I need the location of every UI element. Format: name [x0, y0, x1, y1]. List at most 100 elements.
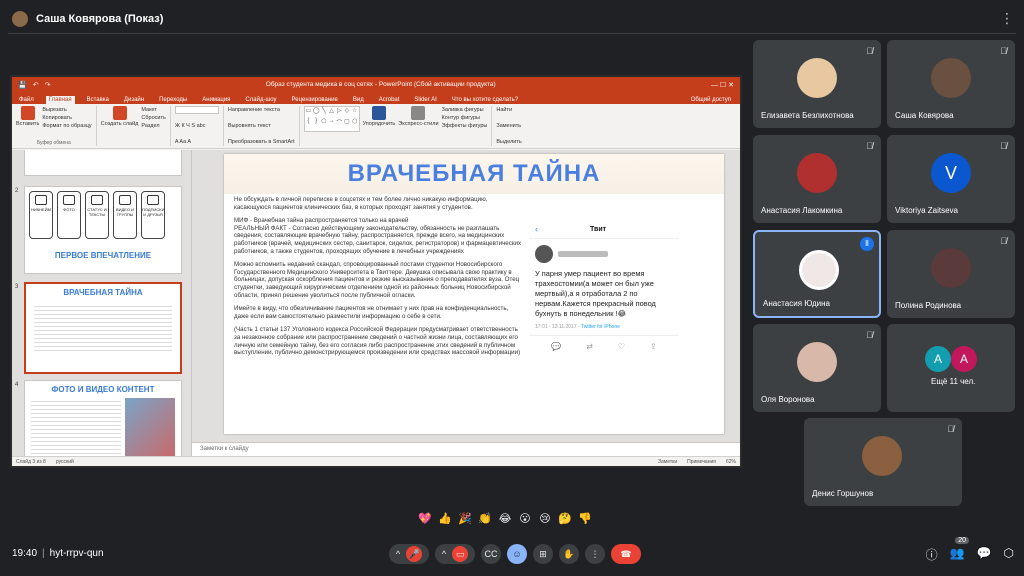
activities-icon[interactable]: ⬡: [1004, 546, 1014, 563]
shape-effects-button[interactable]: Эффекты фигуры: [442, 122, 488, 130]
chevron-up-icon[interactable]: ^: [396, 549, 400, 559]
slide-notes[interactable]: Заметки к слайду: [192, 442, 740, 456]
video-icon: [119, 195, 131, 205]
participant-tile[interactable]: 🎙̸ Оля Воронова: [753, 324, 881, 412]
mic-control[interactable]: ^ 🎤: [389, 544, 429, 564]
captions-button[interactable]: CC: [481, 544, 501, 564]
select-button[interactable]: Выделить: [496, 138, 521, 146]
participant-tile-speaking[interactable]: ⦀ Анастасия Юдина: [753, 230, 881, 318]
more-vert-icon: ⋮: [590, 548, 600, 559]
info-icon[interactable]: ⓘ: [926, 546, 938, 563]
more-options-icon[interactable]: ⋮: [1000, 10, 1014, 27]
arrange-icon: [371, 106, 386, 120]
presenter-avatar: [12, 11, 28, 27]
card-label: ФОТО: [63, 207, 75, 212]
notes-toggle[interactable]: Заметки: [658, 459, 677, 465]
tell-me-search[interactable]: Что вы хотите сделать?: [449, 96, 521, 104]
window-controls-icon[interactable]: — ☐ ✕: [711, 81, 734, 89]
arrange-button[interactable]: Упорядочить: [363, 106, 395, 132]
slide-thumbnail-1[interactable]: [24, 150, 182, 176]
more-participants-tile[interactable]: A A Ещё 11 чел.: [887, 324, 1015, 412]
tab-animation[interactable]: Анимация: [199, 96, 233, 104]
reaction-laugh[interactable]: 😂: [497, 512, 513, 525]
slide-thumbnail-3[interactable]: ВРАЧЕБНАЯ ТАЙНА: [24, 282, 182, 374]
chat-icon[interactable]: 💬: [977, 546, 992, 563]
reaction-thumbs-up[interactable]: 👍: [437, 512, 453, 525]
participant-tile[interactable]: 🎙̸ Саша Ковярова: [887, 40, 1015, 128]
participant-tile[interactable]: 🎙̸ Елизавета Безлихотнова: [753, 40, 881, 128]
participant-tile[interactable]: 🎙̸ Денис Горшунов: [804, 418, 962, 506]
current-slide[interactable]: ВРАЧЕБНАЯ ТАЙНА Не обсуждать в личной пе…: [224, 154, 724, 434]
emoji-button[interactable]: ☺: [507, 544, 527, 564]
font-color-buttons[interactable]: A Aa A: [175, 138, 219, 146]
leave-call-button[interactable]: ☎: [611, 544, 641, 564]
tab-slideshow[interactable]: Слайд-шоу: [242, 96, 279, 104]
presenter-name: Саша Ковярова (Показ): [36, 13, 164, 25]
reaction-thumbs-down[interactable]: 👎: [577, 512, 593, 525]
cut-button[interactable]: Вырезать: [42, 106, 91, 114]
zoom-level[interactable]: 62%: [726, 459, 736, 465]
find-button[interactable]: Найти: [496, 106, 521, 114]
font-format-buttons[interactable]: Ж К Ч S abc: [175, 122, 219, 130]
raise-hand-button[interactable]: ✋: [559, 544, 579, 564]
tab-home[interactable]: Главная: [45, 96, 75, 104]
tab-design[interactable]: Дизайн: [121, 96, 147, 104]
people-icon[interactable]: 👥: [950, 546, 965, 563]
reaction-clap[interactable]: 👏: [477, 512, 493, 525]
slide-thumbnail-2[interactable]: НИКНЕЙМ ФОТО СТАТУС И ТЕКСТЫ ВИДЕО И ГРУ…: [24, 186, 182, 274]
redo-icon[interactable]: ↷: [45, 81, 51, 89]
share-button[interactable]: Общий доступ: [688, 96, 734, 104]
camera-control[interactable]: ^ ▭: [435, 544, 475, 564]
shapes-gallery[interactable]: ▭ ◯ ╲ △ ▷ ◇ ☆{} ⬠ → ⌒ ▢ ⬡: [303, 106, 360, 132]
tab-transitions[interactable]: Переходы: [156, 96, 190, 104]
save-icon[interactable]: 💾: [18, 81, 27, 89]
reaction-heart[interactable]: 💖: [417, 512, 433, 525]
copy-button[interactable]: Копировать: [42, 114, 91, 122]
section-button[interactable]: Раздел: [141, 122, 165, 130]
reaction-party[interactable]: 🎉: [457, 512, 473, 525]
align-text-button[interactable]: Выровнять текст: [228, 122, 295, 130]
participant-tile[interactable]: 🎙̸ Анастасия Лакомкина: [753, 135, 881, 223]
avatar: V: [931, 153, 971, 193]
reaction-sad[interactable]: 😢: [537, 512, 553, 525]
tab-view[interactable]: Вид: [350, 96, 367, 104]
layout-button[interactable]: Макет: [141, 106, 165, 114]
smartart-button[interactable]: Преобразовать в SmartArt: [228, 138, 295, 146]
participant-tile[interactable]: 🎙̸ Полина Родинова: [887, 230, 1015, 318]
format-painter-button[interactable]: Формат по образцу: [42, 122, 91, 130]
shape-outline-button[interactable]: Контур фигуры: [442, 114, 488, 122]
text-direction-button[interactable]: Направление текста: [228, 106, 295, 114]
quick-styles-button[interactable]: Экспресс-стили: [398, 106, 439, 132]
captions-icon: CC: [484, 549, 498, 559]
more-options-button[interactable]: ⋮: [585, 544, 605, 564]
slide-thumbnail-4[interactable]: ФОТО И ВИДЕО КОНТЕНТ: [24, 380, 182, 466]
tweet-source: Twitter for iPhone: [580, 324, 620, 330]
present-button[interactable]: ⊞: [533, 544, 553, 564]
new-slide-button[interactable]: Создать слайд: [101, 106, 138, 130]
reset-button[interactable]: Сбросить: [141, 114, 165, 122]
tab-insert[interactable]: Вставка: [84, 96, 112, 104]
comments-toggle[interactable]: Примечания: [687, 459, 716, 465]
tab-file[interactable]: Файл: [16, 96, 37, 104]
camera-off-icon[interactable]: ▭: [452, 546, 469, 562]
tab-slider-ai[interactable]: Slider AI: [411, 96, 439, 104]
chevron-up-icon[interactable]: ^: [442, 549, 446, 559]
mic-off-icon: 🎙̸: [866, 330, 873, 340]
slide-thumbnails-pane[interactable]: 2 НИКНЕЙМ ФОТО СТАТУС И ТЕКСТЫ ВИДЕО И Г…: [12, 150, 192, 466]
shape-fill-button[interactable]: Заливка фигуры: [442, 106, 488, 114]
paste-button[interactable]: Вставить: [16, 106, 39, 130]
mic-off-icon[interactable]: 🎤: [406, 546, 423, 562]
call-controls: ^ 🎤 ^ ▭ CC ☺ ⊞ ✋ ⋮ ☎: [389, 544, 641, 564]
tab-review[interactable]: Рецензирование: [289, 96, 341, 104]
participant-tile[interactable]: 🎙̸ V Viktoriya Zaitseva: [887, 135, 1015, 223]
mic-off-icon: 🎙̸: [866, 46, 873, 56]
undo-icon[interactable]: ↶: [33, 81, 39, 89]
participant-name: Анастасия Лакомкина: [761, 206, 843, 215]
reaction-thinking[interactable]: 🤔: [557, 512, 573, 525]
reaction-surprised[interactable]: 😮: [517, 512, 533, 525]
replace-button[interactable]: Заменить: [496, 122, 521, 130]
tab-acrobat[interactable]: Acrobat: [376, 96, 403, 104]
slide-editor[interactable]: ВРАЧЕБНАЯ ТАЙНА Не обсуждать в личной пе…: [192, 150, 740, 466]
ppt-doc-title: Образ студента медика в соц сетях - Powe…: [265, 81, 496, 88]
font-name-field[interactable]: [174, 106, 219, 114]
